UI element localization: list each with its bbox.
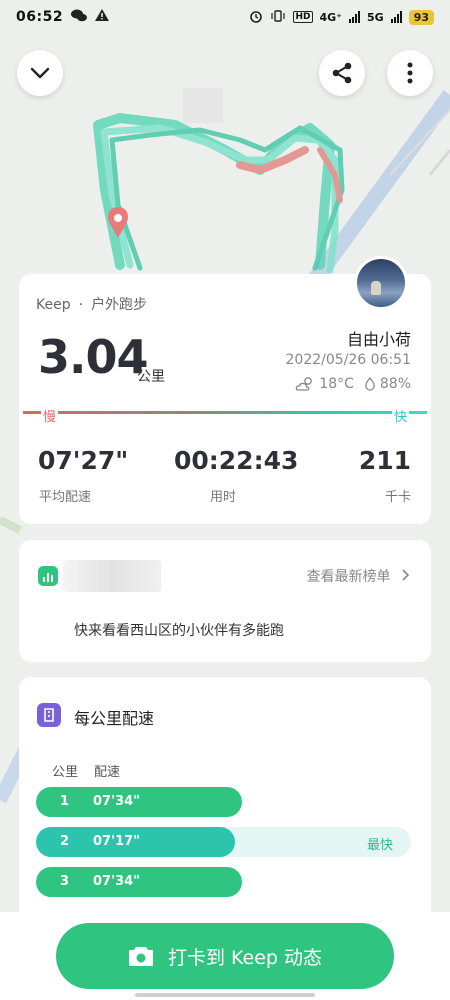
hd-icon: HD <box>293 11 313 23</box>
checkin-label: 打卡到 Keep 动态 <box>167 946 323 969</box>
home-indicator[interactable] <box>135 993 315 997</box>
activity-name: 户外跑步 <box>91 297 148 313</box>
warning-icon <box>95 9 110 25</box>
pace-value: 07'17" <box>93 834 140 849</box>
run-summary-card: Keep · 户外跑步 自由小荷 3.04 公里 2022/05/26 06:51 … <box>19 256 431 524</box>
distance-value: 3.04 <box>38 330 148 384</box>
view-leaderboard-label: 查看最新榜单 <box>306 569 391 585</box>
avatar[interactable] <box>354 256 408 310</box>
chevron-right-icon <box>402 569 410 581</box>
pace-per-km-card: 每公里配速 公里 配速 1 07'34" 2 07'17" 最快 3 07'34… <box>19 677 431 927</box>
alarm-icon <box>249 9 263 26</box>
column-pace-header: 配速 <box>94 765 121 780</box>
speed-gradient-bar <box>23 411 427 414</box>
checkin-button[interactable]: 打卡到 Keep 动态 <box>56 923 394 989</box>
pace-icon <box>37 703 61 727</box>
column-km-header: 公里 <box>52 765 79 780</box>
leaderboard-card[interactable]: 查看最新榜单 快来看看西山区的小伙伴有多能跑 <box>19 540 431 662</box>
battery-indicator: 93 <box>408 9 434 25</box>
temperature: 18°C <box>319 376 354 392</box>
distance-unit: 公里 <box>137 369 165 385</box>
activity-type: Keep · 户外跑步 <box>36 294 147 314</box>
slow-label: 慢 <box>41 406 59 425</box>
network-5g: 5G <box>367 10 384 24</box>
blurred-region-name <box>63 560 161 592</box>
pace-row-fastest: 2 07'17" 最快 <box>36 827 411 857</box>
avg-pace-label: 平均配速 <box>39 490 92 505</box>
weather-info: 18°C 88% <box>295 376 411 392</box>
vibrate-icon <box>270 9 286 25</box>
share-button[interactable] <box>319 50 365 96</box>
pace-row: 1 07'34" <box>36 787 411 817</box>
humidity-drop-icon <box>365 377 375 391</box>
leaderboard-prompt: 快来看看西山区的小伙伴有多能跑 <box>74 623 284 639</box>
calories-label: 千卡 <box>384 490 411 505</box>
more-vertical-icon <box>407 62 413 84</box>
humidity: 88% <box>379 376 411 392</box>
view-leaderboard-link[interactable]: 查看最新榜单 <box>307 566 411 586</box>
share-icon <box>332 62 352 84</box>
camera-icon <box>128 947 153 966</box>
pace-km: 3 <box>60 874 70 889</box>
pace-km: 1 <box>60 794 70 809</box>
fastest-badge: 最快 <box>366 838 393 853</box>
chevron-down-icon <box>30 67 50 79</box>
pace-km: 2 <box>60 834 70 849</box>
status-time: 06:52 <box>16 9 64 25</box>
separator-dot: · <box>78 297 84 313</box>
more-options-button[interactable] <box>387 50 433 96</box>
username[interactable]: 自由小荷 <box>347 326 411 350</box>
pace-row: 3 07'34" <box>36 867 411 897</box>
collapse-button[interactable] <box>17 50 63 96</box>
signal-icon-2 <box>390 11 402 23</box>
network-4g: 4G⁺ <box>319 10 343 24</box>
partly-cloudy-icon <box>296 377 313 391</box>
status-bar: 06:52 HD 4G⁺ 5G 93 <box>0 0 450 34</box>
pace-title: 每公里配速 <box>74 709 155 728</box>
duration-value: 00:22:43 <box>174 446 299 475</box>
brand-name: Keep <box>36 297 71 313</box>
fast-label: 快 <box>391 406 409 425</box>
duration-label: 用时 <box>210 490 237 505</box>
calories-value: 211 <box>358 446 411 475</box>
wechat-icon <box>71 9 88 26</box>
pace-value: 07'34" <box>93 794 140 809</box>
pace-value: 07'34" <box>93 874 140 889</box>
bar-chart-icon <box>38 566 58 586</box>
avg-pace-value: 07'27" <box>38 446 129 475</box>
signal-icon <box>349 11 360 23</box>
run-datetime: 2022/05/26 06:51 <box>285 352 412 368</box>
